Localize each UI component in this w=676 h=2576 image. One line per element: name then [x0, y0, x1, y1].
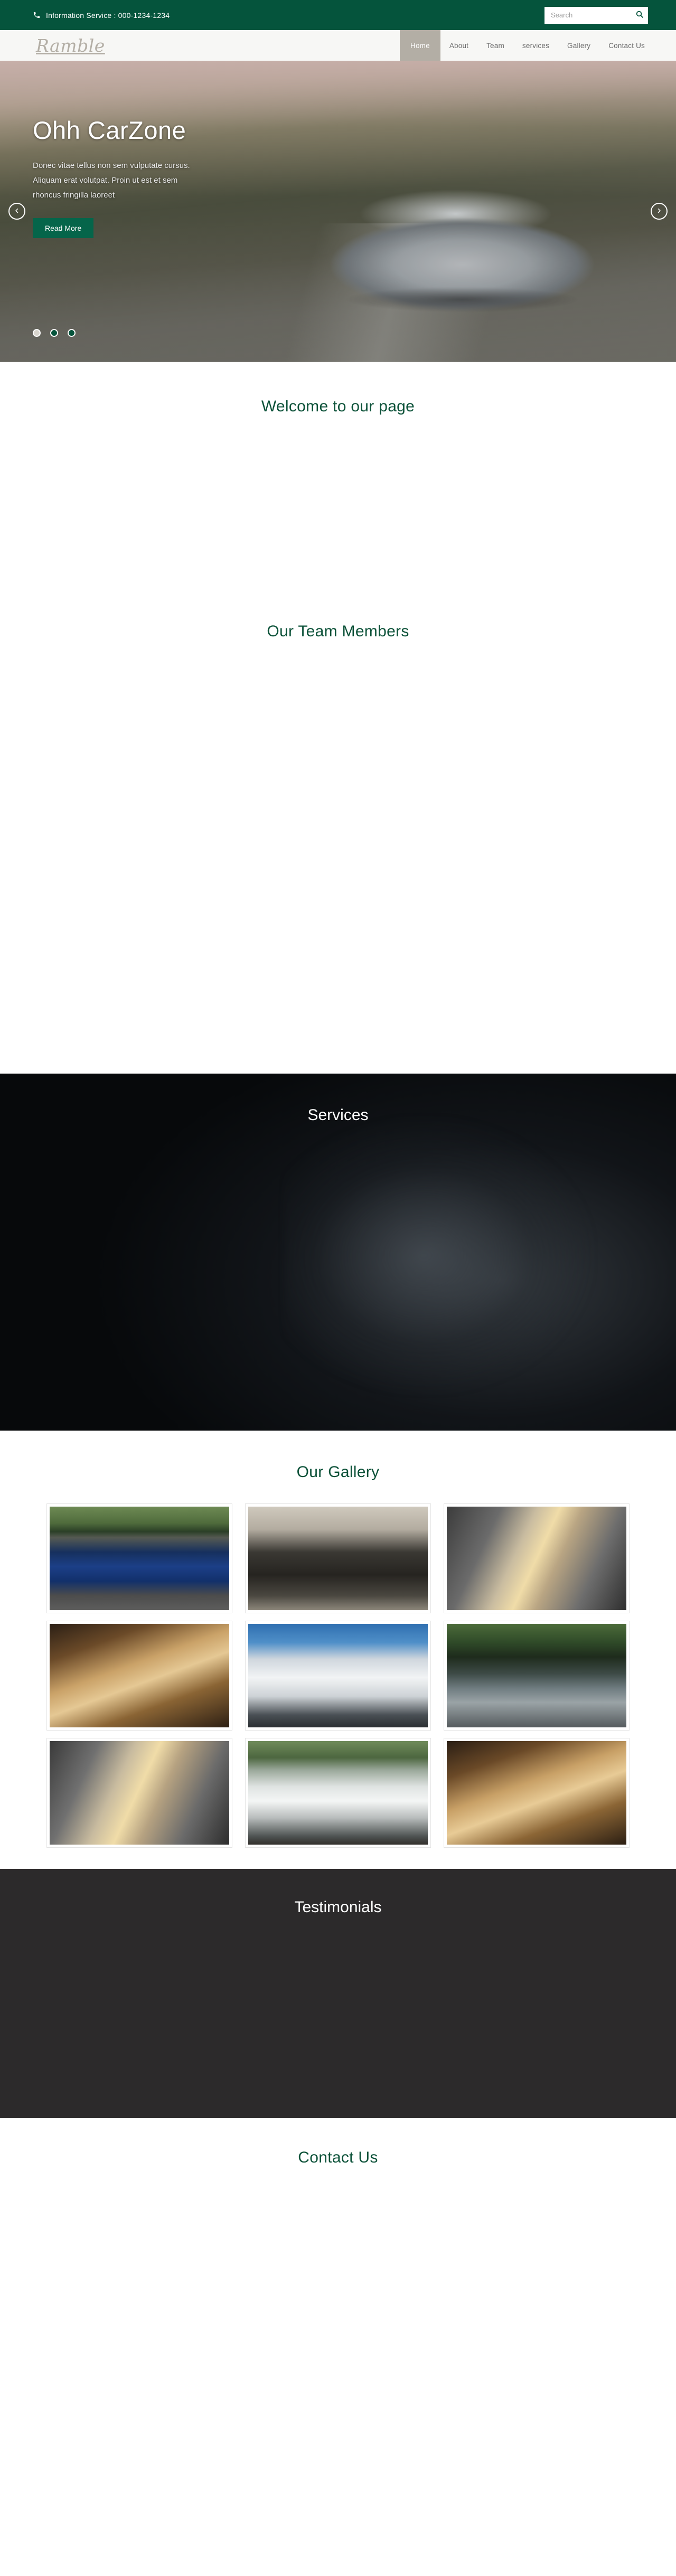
services-section: Services	[0, 1074, 676, 1431]
phone-icon	[33, 11, 41, 19]
contact-content-area	[0, 2167, 676, 2389]
info-service-text: Information Service : 000-1234-1234	[46, 11, 170, 20]
nav-item-contact-us[interactable]: Contact Us	[599, 30, 654, 61]
silver-car-headlight-closeup-image	[447, 1507, 626, 1610]
slider-next-button[interactable]	[651, 203, 668, 220]
silver-car-headlight-detail-image	[50, 1741, 229, 1845]
gallery-item-2[interactable]	[245, 1503, 431, 1613]
welcome-title: Welcome to our page	[261, 398, 415, 415]
hero-description: Donec vitae tellus non sem vulputate cur…	[33, 161, 190, 200]
team-members-area	[0, 641, 676, 1074]
info-service-block: Information Service : 000-1234-1234	[33, 11, 170, 20]
nav-link-services[interactable]: services	[513, 30, 558, 61]
gallery-item-1[interactable]	[46, 1503, 232, 1613]
search-button[interactable]	[631, 7, 648, 24]
hero-suv-image	[298, 166, 626, 325]
main-navigation-bar: Ramble Home About Team services Gallery …	[0, 30, 676, 61]
slider-dot-2[interactable]	[50, 329, 58, 337]
team-section: Our Team Members	[0, 595, 676, 1074]
welcome-section: Welcome to our page	[0, 362, 676, 595]
gallery-grid	[46, 1503, 630, 1848]
nav-link-gallery[interactable]: Gallery	[558, 30, 599, 61]
nav-item-home[interactable]: Home	[400, 30, 440, 61]
gallery-item-9[interactable]	[444, 1738, 630, 1848]
hero-content: Ohh CarZone Donec vitae tellus non sem v…	[33, 116, 260, 239]
blue-sports-car-rear-image	[50, 1507, 229, 1610]
nav-item-team[interactable]: Team	[477, 30, 513, 61]
team-title: Our Team Members	[267, 623, 409, 640]
services-title: Services	[307, 1106, 369, 1124]
gallery-title: Our Gallery	[296, 1463, 380, 1481]
beige-leather-seats-image	[447, 1741, 626, 1845]
gallery-item-3[interactable]	[444, 1503, 630, 1613]
white-sports-car-front-image	[248, 1624, 428, 1727]
black-sedan-parked-image	[447, 1624, 626, 1727]
welcome-content-area	[0, 416, 676, 595]
gallery-item-7[interactable]	[46, 1738, 232, 1848]
slider-dot-1[interactable]	[33, 329, 41, 337]
gallery-item-8[interactable]	[245, 1738, 431, 1848]
search-box[interactable]	[544, 6, 648, 24]
gallery-item-4[interactable]	[46, 1621, 232, 1731]
contact-title: Contact Us	[298, 2149, 378, 2166]
tan-leather-car-interior-image	[50, 1624, 229, 1727]
slider-dots	[33, 329, 76, 337]
search-icon	[635, 10, 644, 20]
nav-link-about[interactable]: About	[440, 30, 477, 61]
chevron-right-icon	[656, 208, 662, 215]
car-dashboard-interior-image	[248, 1507, 428, 1610]
nav-item-gallery[interactable]: Gallery	[558, 30, 599, 61]
nav-item-about[interactable]: About	[440, 30, 477, 61]
hero-title: Ohh CarZone	[33, 116, 186, 144]
gallery-section: Our Gallery	[0, 1431, 676, 1869]
white-sports-car-side-image	[248, 1741, 428, 1845]
testimonials-content-area	[0, 1916, 676, 2096]
site-logo[interactable]: Ramble	[0, 30, 105, 61]
testimonials-title: Testimonials	[294, 1898, 382, 1916]
services-content-area	[0, 1124, 676, 1399]
gallery-item-6[interactable]	[444, 1621, 630, 1731]
slider-dot-3[interactable]	[68, 329, 76, 337]
chevron-left-icon	[14, 208, 20, 215]
nav-link-team[interactable]: Team	[477, 30, 513, 61]
slider-prev-button[interactable]	[8, 203, 25, 220]
nav-menu: Home About Team services Gallery Contact…	[400, 30, 654, 61]
contact-section: Contact Us	[0, 2118, 676, 2400]
nav-link-home[interactable]: Home	[400, 30, 440, 61]
nav-item-services[interactable]: services	[513, 30, 558, 61]
testimonials-section: Testimonials	[0, 1869, 676, 2118]
hero-slider: Ohh CarZone Donec vitae tellus non sem v…	[0, 61, 676, 362]
nav-link-contact-us[interactable]: Contact Us	[599, 30, 654, 61]
gallery-item-5[interactable]	[245, 1621, 431, 1731]
hero-read-more-button[interactable]: Read More	[33, 218, 94, 239]
top-info-bar: Information Service : 000-1234-1234	[0, 0, 676, 30]
